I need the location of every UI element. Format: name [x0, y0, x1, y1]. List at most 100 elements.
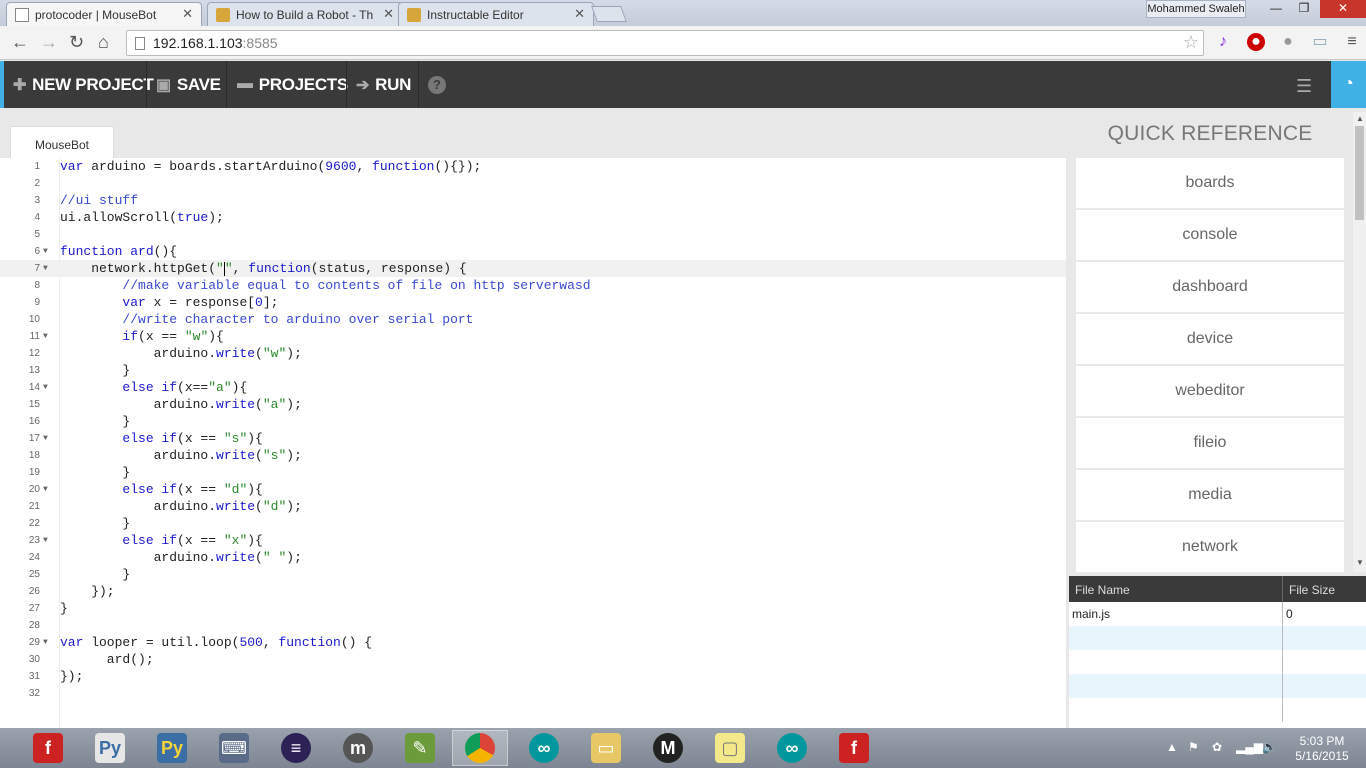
taskbar-app-chrome[interactable]	[452, 730, 508, 766]
browser-tab-instructable[interactable]: Instructable Editor ✕	[398, 2, 594, 26]
code-line[interactable]: 31});	[0, 668, 1066, 685]
code-line[interactable]: 3//ui stuff	[0, 192, 1066, 209]
code-line[interactable]: 10 //write character to arduino over ser…	[0, 311, 1066, 328]
code-line[interactable]: 8 //make variable equal to contents of f…	[0, 277, 1066, 294]
address-bar[interactable]: 192.168.1.103:8585 ☆	[126, 30, 1204, 56]
header-file-size[interactable]: File Size	[1283, 576, 1366, 602]
bookmark-star-icon[interactable]: ☆	[1183, 32, 1199, 53]
volume-icon[interactable]: 🔈	[1262, 740, 1277, 754]
code-line[interactable]: 1 var arduino = boards.startArduino(9600,…	[0, 158, 1066, 175]
code-line[interactable]: 22 }	[0, 515, 1066, 532]
qr-item-device[interactable]: device	[1076, 314, 1344, 365]
list-view-icon[interactable]: ☰	[1296, 76, 1312, 97]
close-icon[interactable]: ✕	[574, 6, 585, 22]
editor-tab-mousebot[interactable]: MouseBot	[10, 126, 114, 158]
code-line[interactable]: 6 ▼ function ard(){	[0, 243, 1066, 260]
chat-extension-icon[interactable]: ●	[1279, 33, 1297, 51]
adblock-extension-icon[interactable]: ●	[1247, 33, 1265, 51]
code-line[interactable]: 23 ▼ else if(x == "x"){	[0, 532, 1066, 549]
code-line[interactable]: 19 }	[0, 464, 1066, 481]
qr-item-network[interactable]: network	[1076, 522, 1344, 573]
qr-item-dashboard[interactable]: dashboard	[1076, 262, 1344, 313]
taskbar-app-mendeley[interactable]: m	[330, 730, 386, 766]
taskbar-app-notepad[interactable]: ✎	[392, 730, 448, 766]
taskbar-app-python[interactable]: Py	[144, 730, 200, 766]
qr-item-fileio[interactable]: fileio	[1076, 418, 1344, 469]
code-line[interactable]: 2	[0, 175, 1066, 192]
scroll-down-icon[interactable]: ▼	[1356, 558, 1364, 567]
code-line[interactable]: 29 ▼ var looper = util.loop(500, function(…	[0, 634, 1066, 651]
taskbar-app-sticky-notes[interactable]: ▢	[702, 730, 758, 766]
code-line[interactable]: 26 });	[0, 583, 1066, 600]
code-line-active[interactable]: 7 ▼ network.httpGet("", function(status, …	[0, 260, 1066, 277]
taskbar-app-fritzing-2[interactable]: f	[826, 730, 882, 766]
scroll-up-icon[interactable]: ▲	[1356, 114, 1364, 123]
save-button[interactable]: ▣ SAVE	[156, 61, 221, 108]
qr-item-media[interactable]: media	[1076, 470, 1344, 521]
taskbar-app-arduino-2[interactable]: ∞	[764, 730, 820, 766]
qr-item-boards[interactable]: boards	[1076, 158, 1344, 209]
close-icon[interactable]: ✕	[182, 6, 193, 22]
code-line[interactable]: 9 var x = response[0];	[0, 294, 1066, 311]
code-line[interactable]: 14 ▼ else if(x=="a"){	[0, 379, 1066, 396]
taskbar-app-mu[interactable]: M	[640, 730, 696, 766]
taskbar-app-arduino[interactable]: ∞	[516, 730, 572, 766]
code-line[interactable]: 13 }	[0, 362, 1066, 379]
close-icon[interactable]: ✕	[383, 6, 394, 22]
help-icon[interactable]: ?	[428, 76, 446, 94]
code-line[interactable]: 32	[0, 685, 1066, 702]
folder-extension-icon[interactable]: ▭	[1311, 33, 1329, 51]
minimize-icon[interactable]: —	[1262, 0, 1290, 18]
code-line[interactable]: 17 ▼ else if(x == "s"){	[0, 430, 1066, 447]
scrollbar-thumb[interactable]	[1355, 126, 1364, 220]
code-line[interactable]: 16 }	[0, 413, 1066, 430]
projects-button[interactable]: ▬ PROJECTS	[237, 61, 348, 108]
taskbar-clock[interactable]: 5:03 PM 5/16/2015	[1282, 734, 1362, 764]
code-line[interactable]: 27}	[0, 600, 1066, 617]
taskbar-app-eclipse[interactable]: ≡	[268, 730, 324, 766]
home-icon[interactable]: ⌂	[98, 32, 109, 53]
signal-strength-icon[interactable]: ▂▄▆	[1236, 740, 1263, 754]
qr-item-console[interactable]: console	[1076, 210, 1344, 261]
code-line[interactable]: 21 arduino.write("d");	[0, 498, 1066, 515]
chrome-menu-icon[interactable]: ≡	[1343, 33, 1361, 51]
browser-user-badge[interactable]: Mohammed Swaleh	[1146, 0, 1246, 18]
forward-icon[interactable]: →	[40, 32, 58, 53]
python-file-icon: Py	[95, 733, 125, 763]
new-tab-button[interactable]	[591, 6, 627, 22]
music-extension-icon[interactable]: ♪	[1214, 33, 1232, 51]
code-line[interactable]: 11 ▼ if(x == "w"){	[0, 328, 1066, 345]
back-icon[interactable]: ←	[11, 32, 29, 53]
window-close-icon[interactable]: ✕	[1320, 0, 1366, 18]
taskbar-app-network[interactable]: ⌨	[206, 730, 262, 766]
reload-icon[interactable]: ↻	[69, 32, 84, 53]
code-line[interactable]: 25 }	[0, 566, 1066, 583]
tray-app-icon[interactable]: ✿	[1212, 740, 1222, 754]
dashboard-icon[interactable]: ◔	[1331, 61, 1366, 108]
qr-item-webeditor[interactable]: webeditor	[1076, 366, 1344, 417]
code-line[interactable]: 28	[0, 617, 1066, 634]
code-line[interactable]: 18 arduino.write("s");	[0, 447, 1066, 464]
show-hidden-icons-icon[interactable]: ▲	[1166, 740, 1178, 754]
browser-titlebar: protocoder | MouseBot ✕ How to Build a R…	[0, 0, 1366, 27]
run-button[interactable]: ➔ RUN	[356, 61, 411, 108]
quick-reference-scrollbar[interactable]: ▲ ▼	[1353, 112, 1366, 572]
code-line[interactable]: 15 arduino.write("a");	[0, 396, 1066, 413]
taskbar-app-explorer[interactable]: ▭	[578, 730, 634, 766]
code-line[interactable]: 5	[0, 226, 1066, 243]
table-row[interactable]: main.js 0	[1069, 602, 1366, 626]
new-project-button[interactable]: ✚ NEW PROJECT	[13, 61, 154, 108]
header-file-name[interactable]: File Name	[1069, 576, 1283, 602]
taskbar-app-python-doc[interactable]: Py	[82, 730, 138, 766]
code-line[interactable]: 20 ▼ else if(x == "d"){	[0, 481, 1066, 498]
maximize-icon[interactable]: ❐	[1290, 0, 1318, 18]
code-line[interactable]: 30 ard();	[0, 651, 1066, 668]
code-line[interactable]: 4 ui.allowScroll(true);	[0, 209, 1066, 226]
browser-tab-how-to[interactable]: How to Build a Robot - Th ✕	[207, 2, 403, 26]
code-line[interactable]: 12 arduino.write("w");	[0, 345, 1066, 362]
taskbar-app-fritzing[interactable]: f	[20, 730, 76, 766]
code-line[interactable]: 24 arduino.write(" ");	[0, 549, 1066, 566]
code-editor[interactable]: 1 var arduino = boards.startArduino(9600,…	[0, 158, 1066, 728]
browser-tab-protocoder[interactable]: protocoder | MouseBot ✕	[6, 2, 202, 27]
action-center-flag-icon[interactable]: ⚑	[1188, 740, 1199, 754]
